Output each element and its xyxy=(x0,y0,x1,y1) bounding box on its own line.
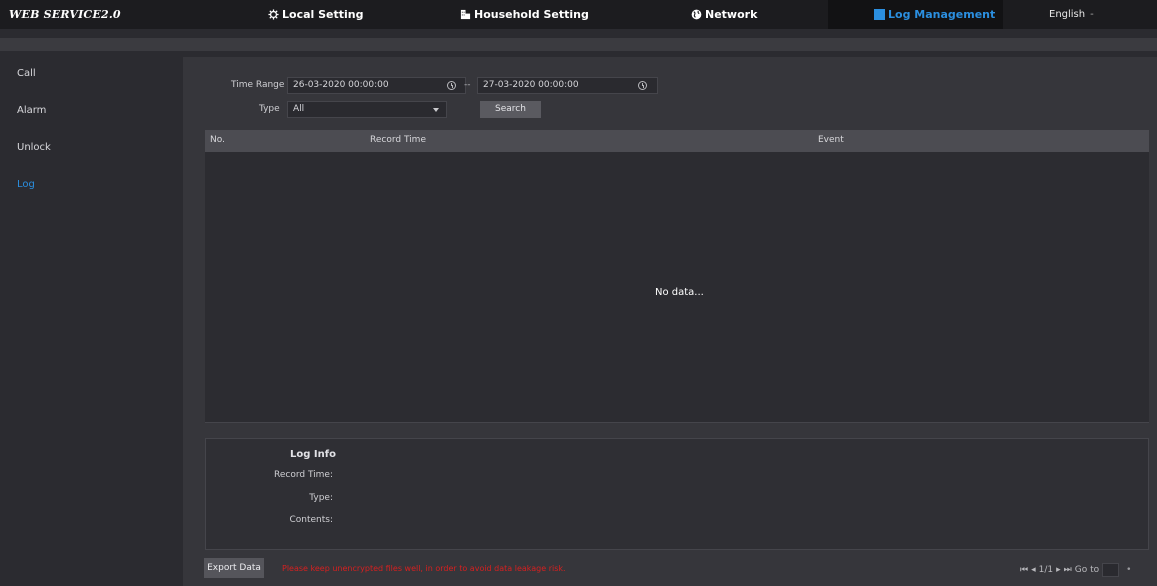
page-indicator: 1/1 xyxy=(1038,565,1054,575)
type-info-label: Type: xyxy=(309,493,333,503)
log-info-panel xyxy=(205,438,1149,550)
table-header: No. Record Time Event xyxy=(205,130,1149,152)
type-select-value: All xyxy=(293,104,305,114)
start-time-input[interactable]: 26-03-2020 00:00:00 xyxy=(287,77,466,94)
nav-log-management[interactable]: Log Management xyxy=(828,0,1003,29)
sidebar: Call Alarm Unlock Log xyxy=(0,51,183,586)
column-header-record-time: Record Time xyxy=(370,135,426,145)
nav-household-setting-label: Household Setting xyxy=(474,8,589,21)
export-data-button[interactable]: Export Data xyxy=(204,558,264,578)
time-range-label: Time Range xyxy=(231,80,285,90)
building-icon xyxy=(460,9,471,20)
security-warning: Please keep unencrypted files well, in o… xyxy=(282,564,566,573)
range-separator: -- xyxy=(464,80,471,90)
nav-network[interactable]: Network xyxy=(691,0,757,29)
start-time-value: 26-03-2020 00:00:00 xyxy=(293,80,389,90)
clock-icon[interactable] xyxy=(447,81,456,90)
sidebar-item-alarm[interactable]: Alarm xyxy=(17,105,46,116)
column-header-event: Event xyxy=(818,135,844,145)
sidebar-item-unlock[interactable]: Unlock xyxy=(17,142,51,153)
go-to-label: Go to xyxy=(1074,565,1100,575)
log-info-title: Log Info xyxy=(290,449,336,460)
language-selector[interactable]: English - xyxy=(1049,0,1094,29)
prev-page-icon[interactable]: ◂ xyxy=(1031,565,1036,575)
gear-icon xyxy=(268,9,279,20)
pagination: ⏮ ◂ 1/1 ▸ ⏭ Go to • xyxy=(1020,563,1131,577)
sidebar-item-log[interactable]: Log xyxy=(17,179,35,190)
go-to-page-input[interactable] xyxy=(1102,563,1120,577)
nav-household-setting[interactable]: Household Setting xyxy=(460,0,589,29)
go-to-button[interactable]: • xyxy=(1126,565,1131,575)
log-icon xyxy=(874,9,885,20)
app-logo: WEB SERVICE2.0 xyxy=(9,8,121,21)
clock-icon[interactable] xyxy=(638,81,647,90)
end-time-input[interactable]: 27-03-2020 00:00:00 xyxy=(477,77,658,94)
last-page-icon[interactable]: ⏭ xyxy=(1064,565,1072,575)
chevron-down-icon: - xyxy=(1090,9,1094,20)
next-page-icon[interactable]: ▸ xyxy=(1056,565,1061,575)
type-select[interactable]: All xyxy=(287,101,447,118)
type-label: Type xyxy=(259,104,280,114)
nav-local-setting-label: Local Setting xyxy=(282,8,364,21)
header-divider xyxy=(0,38,1157,51)
language-label: English xyxy=(1049,9,1086,20)
search-button[interactable]: Search xyxy=(480,101,541,118)
contents-label: Contents: xyxy=(289,515,333,525)
nav-local-setting[interactable]: Local Setting xyxy=(268,0,364,29)
column-header-no: No. xyxy=(210,135,225,145)
top-navigation-bar: WEB SERVICE2.0 Local Setting Household S… xyxy=(0,0,1157,29)
empty-table-message: No data... xyxy=(655,287,704,298)
record-time-label: Record Time: xyxy=(273,470,333,480)
end-time-value: 27-03-2020 00:00:00 xyxy=(483,80,579,90)
nav-network-label: Network xyxy=(705,8,758,21)
chevron-down-icon[interactable] xyxy=(433,108,439,112)
nav-log-management-label: Log Management xyxy=(888,8,996,21)
sidebar-item-call[interactable]: Call xyxy=(17,68,36,79)
first-page-icon[interactable]: ⏮ xyxy=(1020,565,1028,575)
globe-icon xyxy=(691,9,702,20)
